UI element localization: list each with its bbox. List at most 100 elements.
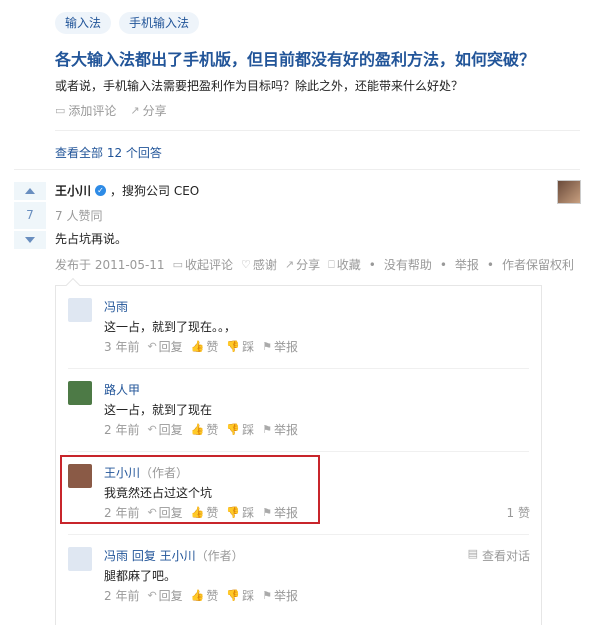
comment-author-name: 路人甲 bbox=[104, 383, 141, 397]
flag-icon: ⚑ bbox=[262, 340, 272, 353]
copyright-link[interactable]: 作者保留权利 bbox=[502, 256, 574, 273]
answer-content: 先占坑再说。 bbox=[55, 232, 128, 246]
dislike-button[interactable]: 👎 踩 bbox=[226, 338, 254, 355]
comment-meta: 2 年前 ↶ 回复 👍 赞 👎 踩 ⚑ 举报 bbox=[104, 587, 298, 604]
thumbs-down-icon: 👎 bbox=[226, 340, 241, 353]
bookmark-icon: ⎕ bbox=[328, 257, 335, 271]
view-all-answers-link[interactable]: 查看全部 12 个回答 bbox=[55, 144, 162, 161]
comment-text: 这一占，就到了现在 bbox=[104, 403, 213, 417]
avatar[interactable] bbox=[68, 547, 92, 571]
question-title[interactable]: 各大输入法都出了手机版，但目前都没有好的盈利方法，如何突破？ bbox=[55, 46, 535, 70]
collect-button[interactable]: ⎕ 收藏 bbox=[328, 256, 361, 273]
upvote-button[interactable] bbox=[14, 182, 46, 200]
like-button[interactable]: 👍 赞 bbox=[191, 338, 219, 355]
collect-label: 收藏 bbox=[336, 258, 361, 272]
author-avatar[interactable] bbox=[557, 180, 581, 204]
topic-tag-1[interactable]: 手机输入法 bbox=[119, 12, 200, 34]
dislike-label: 踩 bbox=[242, 423, 255, 437]
avatar[interactable] bbox=[68, 298, 92, 322]
reply-label: 回复 bbox=[158, 589, 183, 603]
vote-count: 7 bbox=[14, 202, 46, 229]
upvoters-count[interactable]: 7 人赞同 bbox=[55, 207, 102, 224]
divider bbox=[55, 130, 580, 131]
thumbs-down-icon: 👎 bbox=[226, 589, 241, 602]
no-help-button[interactable]: 没有帮助 bbox=[384, 256, 432, 273]
comment-author[interactable]: 冯雨 回复 王小川（作者） bbox=[104, 547, 244, 564]
report-button[interactable]: ⚑ 举报 bbox=[262, 338, 298, 355]
comment-reply-to: 回复 王小川 bbox=[128, 549, 196, 563]
comment-meta: 3 年前 ↶ 回复 👍 赞 👎 踩 ⚑ 举报 bbox=[104, 338, 298, 355]
comment-icon: ▭ bbox=[172, 258, 183, 271]
comment-item: 冯雨 这一占，就到了现在。。， 3 年前 ↶ 回复 👍 赞 👎 踩 ⚑ 举报 bbox=[68, 298, 530, 358]
share-button[interactable]: ↗ 分享 bbox=[285, 256, 320, 273]
divider bbox=[68, 368, 529, 369]
comment-like-count: 1 赞 bbox=[506, 506, 530, 520]
reply-label: 回复 bbox=[158, 340, 183, 354]
topic-tags: 输入法 手机输入法 bbox=[55, 12, 200, 34]
reply-icon: ↶ bbox=[147, 340, 157, 353]
add-comment-button[interactable]: ▭ 添加评论 bbox=[55, 102, 116, 119]
thumbs-up-icon: 👍 bbox=[190, 589, 205, 602]
avatar[interactable] bbox=[68, 381, 92, 405]
comment-text: 腿都麻了吧。 bbox=[104, 569, 177, 583]
dislike-label: 踩 bbox=[242, 589, 255, 603]
separator-dot: • bbox=[368, 257, 376, 272]
heart-icon: ♡ bbox=[240, 258, 251, 271]
verified-icon: ✓ bbox=[95, 185, 107, 196]
like-button[interactable]: 👍 赞 bbox=[191, 421, 219, 438]
share-label: 分享 bbox=[142, 104, 167, 118]
share-button[interactable]: ↗ 分享 bbox=[130, 102, 166, 119]
answer-date[interactable]: 发布于 2011-05-11 bbox=[55, 256, 165, 273]
share-label: 分享 bbox=[296, 258, 321, 272]
divider bbox=[68, 451, 529, 452]
comment-time: 2 年前 bbox=[104, 423, 140, 437]
report-label: 举报 bbox=[274, 423, 299, 437]
downvote-button[interactable] bbox=[14, 231, 46, 249]
dislike-label: 踩 bbox=[242, 340, 255, 354]
report-button[interactable]: ⚑ 举报 bbox=[262, 421, 298, 438]
comment-text: 这一占，就到了现在。。， bbox=[104, 320, 237, 334]
collapse-comments-button[interactable]: ▭ 收起评论 bbox=[173, 256, 233, 273]
thumbs-up-icon: 👍 bbox=[190, 423, 205, 436]
thumbs-down-icon: 👎 bbox=[226, 423, 241, 436]
report-button[interactable]: 举报 bbox=[455, 256, 479, 273]
comment-author-name: 冯雨 bbox=[104, 549, 129, 563]
flag-icon: ⚑ bbox=[262, 589, 272, 602]
vote-box: 7 bbox=[14, 182, 46, 249]
upvote-arrow-icon bbox=[25, 188, 35, 194]
report-label: 举报 bbox=[274, 589, 299, 603]
comment-item: 冯雨 回复 王小川（作者） ▤ 查看对话 腿都麻了吧。 2 年前 ↶ 回复 👍 赞 👎… bbox=[68, 547, 530, 607]
like-label: 赞 bbox=[206, 340, 219, 354]
reply-icon: ↶ bbox=[147, 589, 157, 602]
view-conversation-button[interactable]: ▤ 查看对话 bbox=[468, 547, 530, 564]
answer-author: 王小川 ✓ ，搜狗公司 CEO bbox=[55, 182, 199, 199]
dislike-button[interactable]: 👎 踩 bbox=[226, 421, 254, 438]
like-button[interactable]: 👍 赞 bbox=[191, 587, 219, 604]
reply-button[interactable]: ↶ 回复 bbox=[147, 421, 182, 438]
reply-button[interactable]: ↶ 回复 bbox=[147, 587, 182, 604]
comment-author[interactable]: 冯雨 bbox=[104, 298, 128, 315]
report-label: 举报 bbox=[274, 340, 299, 354]
downvote-arrow-icon bbox=[25, 237, 35, 243]
thanks-button[interactable]: ♡ 感谢 bbox=[241, 256, 277, 273]
separator-dot: • bbox=[486, 257, 494, 272]
comment-author[interactable]: 路人甲 bbox=[104, 381, 140, 398]
topic-tag-0[interactable]: 输入法 bbox=[55, 12, 112, 34]
answer-meta: 发布于 2011-05-11 ▭ 收起评论 ♡ 感谢 ↗ 分享 ⎕ 收藏 • 没有帮助 … bbox=[55, 256, 574, 273]
comment-time: 2 年前 bbox=[104, 589, 140, 603]
report-button[interactable]: ⚑ 举报 bbox=[262, 587, 298, 604]
like-label: 赞 bbox=[206, 589, 219, 603]
reply-icon: ↶ bbox=[147, 423, 157, 436]
author-name[interactable]: 王小川 bbox=[55, 182, 91, 199]
divider bbox=[14, 169, 580, 170]
dislike-button[interactable]: 👎 踩 bbox=[226, 587, 254, 604]
reply-button[interactable]: ↶ 回复 bbox=[147, 338, 182, 355]
conversation-icon: ▤ bbox=[467, 547, 478, 560]
reply-label: 回复 bbox=[158, 423, 183, 437]
thanks-label: 感谢 bbox=[252, 258, 277, 272]
view-conversation-label: 查看对话 bbox=[481, 549, 530, 563]
comment-author-role: （作者） bbox=[195, 549, 244, 563]
thumbs-up-icon: 👍 bbox=[190, 340, 205, 353]
separator-dot: • bbox=[439, 257, 447, 272]
like-label: 赞 bbox=[206, 423, 219, 437]
